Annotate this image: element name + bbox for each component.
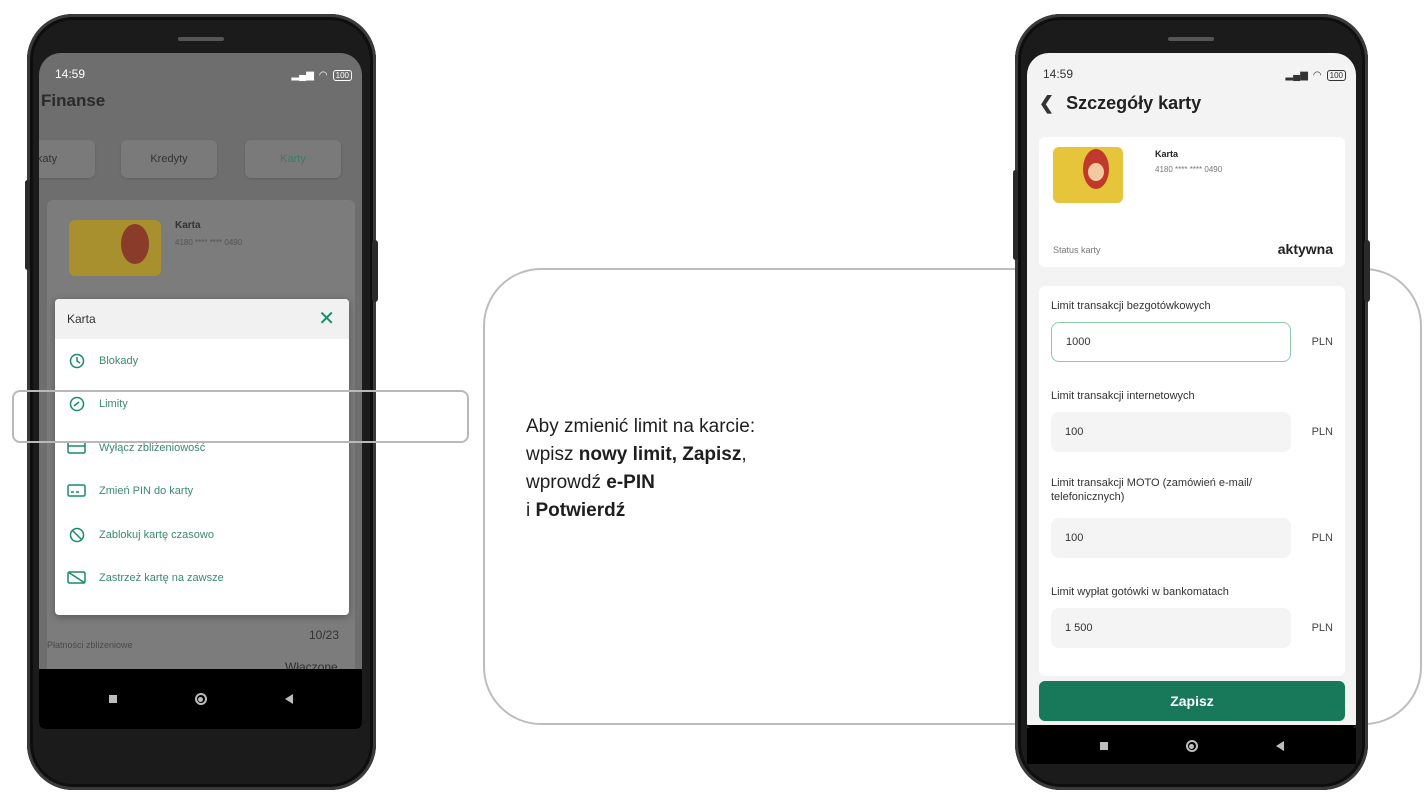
pin-card-icon [67, 483, 87, 499]
menu-item-cancel-card[interactable]: Zastrzeż kartę na zawsze [55, 557, 349, 601]
signal-icon: ▂▄▆ [1285, 70, 1308, 81]
signal-icon: ▂▄▆ [291, 70, 314, 81]
card-image [1053, 147, 1123, 203]
limit-label-cashless: Limit transakcji bezgotówkowych [1051, 300, 1211, 312]
card-cancel-icon [67, 570, 87, 586]
limit-input-internet[interactable]: 100 [1051, 412, 1291, 452]
left-phone-volume-button [25, 180, 30, 270]
wifi-icon: ◠ [318, 70, 328, 81]
menu-item-change-pin[interactable]: Zmień PIN do karty [55, 470, 349, 514]
status-time: 14:59 [1043, 67, 1074, 81]
menu-item-label: Zmień PIN do karty [99, 485, 194, 498]
android-nav-bar [1027, 728, 1356, 764]
contactless-label: Płatności zbliżeniowe [47, 640, 133, 650]
limit-input-atm[interactable]: 1 500 [1051, 608, 1291, 648]
right-phone-side-button [1364, 240, 1370, 302]
home-icon[interactable] [1185, 740, 1198, 752]
tab-label: Karty [280, 153, 306, 165]
menu-item-label: Blokady [99, 354, 139, 367]
menu-item-block-temporary[interactable]: Zablokuj kartę czasowo [55, 513, 349, 557]
right-phone-speaker [1168, 37, 1214, 41]
left-phone-speaker [178, 37, 224, 41]
instruction-text: Aby zmienić limit na karcie: wpisz nowy … [526, 413, 755, 525]
instr-bold: e-PIN [606, 472, 655, 493]
status-bar: 14:59 ▂▄▆ ◠ 100 [1027, 53, 1356, 85]
menu-item-label: Zastrzeż kartę na zawsze [99, 572, 224, 585]
card-face-art [121, 224, 149, 264]
card-name: Karta [1155, 149, 1179, 159]
instruction-line-4: i Potwierdź [526, 497, 755, 525]
status-icons: ▂▄▆ ◠ 100 [1285, 70, 1346, 81]
tab-accounts[interactable]: katy [39, 140, 95, 178]
limit-value: 100 [1065, 426, 1084, 438]
left-phone-side-button [372, 240, 378, 302]
recents-icon[interactable] [108, 695, 117, 703]
tab-label: katy [39, 153, 58, 165]
instr-bold: Potwierdź [535, 500, 626, 521]
limit-value: 100 [1065, 532, 1084, 544]
instruction-line-2: wpisz nowy limit, Zapisz, [526, 441, 755, 469]
currency-label: PLN [1311, 622, 1333, 634]
card-name: Karta [175, 220, 201, 231]
card-status-label: Status karty [1053, 245, 1101, 255]
currency-label: PLN [1311, 336, 1333, 348]
block-icon [67, 527, 87, 543]
card-image [69, 220, 161, 276]
page-title: Szczegóły karty [1066, 92, 1202, 113]
tab-label: Kredyty [150, 153, 188, 165]
card-details-panel: Karta 4180 **** **** 0490 Status karty a… [1039, 137, 1345, 267]
sheet-header: Karta ✕ [55, 299, 349, 339]
menu-item-label: Zablokuj kartę czasowo [99, 528, 214, 541]
close-icon[interactable]: ✕ [318, 309, 335, 329]
tab-credits[interactable]: Kredyty [121, 140, 217, 178]
card-face-art [1088, 163, 1104, 181]
limit-input-cashless[interactable]: 1000 [1051, 322, 1291, 362]
limit-label-atm: Limit wypłat gotówki w bankomatach [1051, 586, 1229, 598]
currency-label: PLN [1311, 532, 1333, 544]
limity-highlight-frame [12, 390, 469, 443]
battery-icon: 100 [332, 70, 352, 81]
save-button[interactable]: Zapisz [1039, 681, 1345, 721]
instr-text: wprowdź [526, 472, 607, 493]
limit-label-moto: Limit transakcji MOTO (zamówień e-mail/ … [1051, 477, 1252, 503]
instruction-line-1: Aby zmienić limit na karcie: [526, 416, 756, 437]
back-arrow-icon[interactable]: ❮ [1039, 93, 1054, 114]
usage-value: 10/23 [309, 628, 340, 642]
menu-item-blokady[interactable]: Blokady [55, 339, 349, 383]
card-number: 4180 **** **** 0490 [175, 238, 243, 247]
instr-text: , [741, 444, 747, 465]
currency-label: PLN [1311, 426, 1333, 438]
home-icon[interactable] [194, 693, 207, 705]
limits-panel: Limit transakcji bezgotówkowych 1000 PLN… [1039, 286, 1345, 676]
status-time: 14:59 [55, 67, 86, 81]
battery-icon: 100 [1326, 70, 1346, 81]
header: ❮ Szczegóły karty [1027, 85, 1356, 121]
tab-cards[interactable]: Karty [245, 140, 341, 178]
right-screen: 14:59 ▂▄▆ ◠ 100 ❮ Szczegóły karty Karta … [1027, 53, 1356, 729]
menu-item-label: Wyłącz zbliżeniowość [99, 441, 206, 454]
wifi-icon: ◠ [1312, 70, 1322, 81]
limit-label-internet: Limit transakcji internetowych [1051, 390, 1195, 402]
instruction-line-3: wprowdź e-PIN [526, 469, 755, 497]
status-bar: 14:59 ▂▄▆ ◠ 100 [39, 53, 362, 85]
card-number: 4180 **** **** 0490 [1155, 165, 1223, 174]
limit-value: 1000 [1066, 336, 1091, 348]
right-phone-volume-button [1013, 170, 1018, 260]
status-icons: ▂▄▆ ◠ 100 [291, 70, 352, 81]
back-icon[interactable] [1275, 741, 1284, 751]
instr-text: wpisz [526, 444, 579, 465]
page-title: Finanse [41, 91, 106, 110]
limit-input-moto[interactable]: 100 [1051, 518, 1291, 558]
back-icon[interactable] [284, 694, 293, 704]
instr-text: i [526, 500, 536, 521]
limit-value: 1 500 [1065, 622, 1093, 634]
history-icon [67, 353, 87, 369]
recents-icon[interactable] [1099, 742, 1108, 750]
sheet-title: Karta [67, 312, 96, 326]
card-status-value: aktywna [1277, 241, 1333, 257]
card-options-sheet: Karta ✕ Blokady Limity Wyłącz zbliżeniow… [55, 299, 349, 615]
android-nav-bar [39, 669, 362, 729]
instr-bold: nowy limit, Zapisz [578, 444, 742, 465]
